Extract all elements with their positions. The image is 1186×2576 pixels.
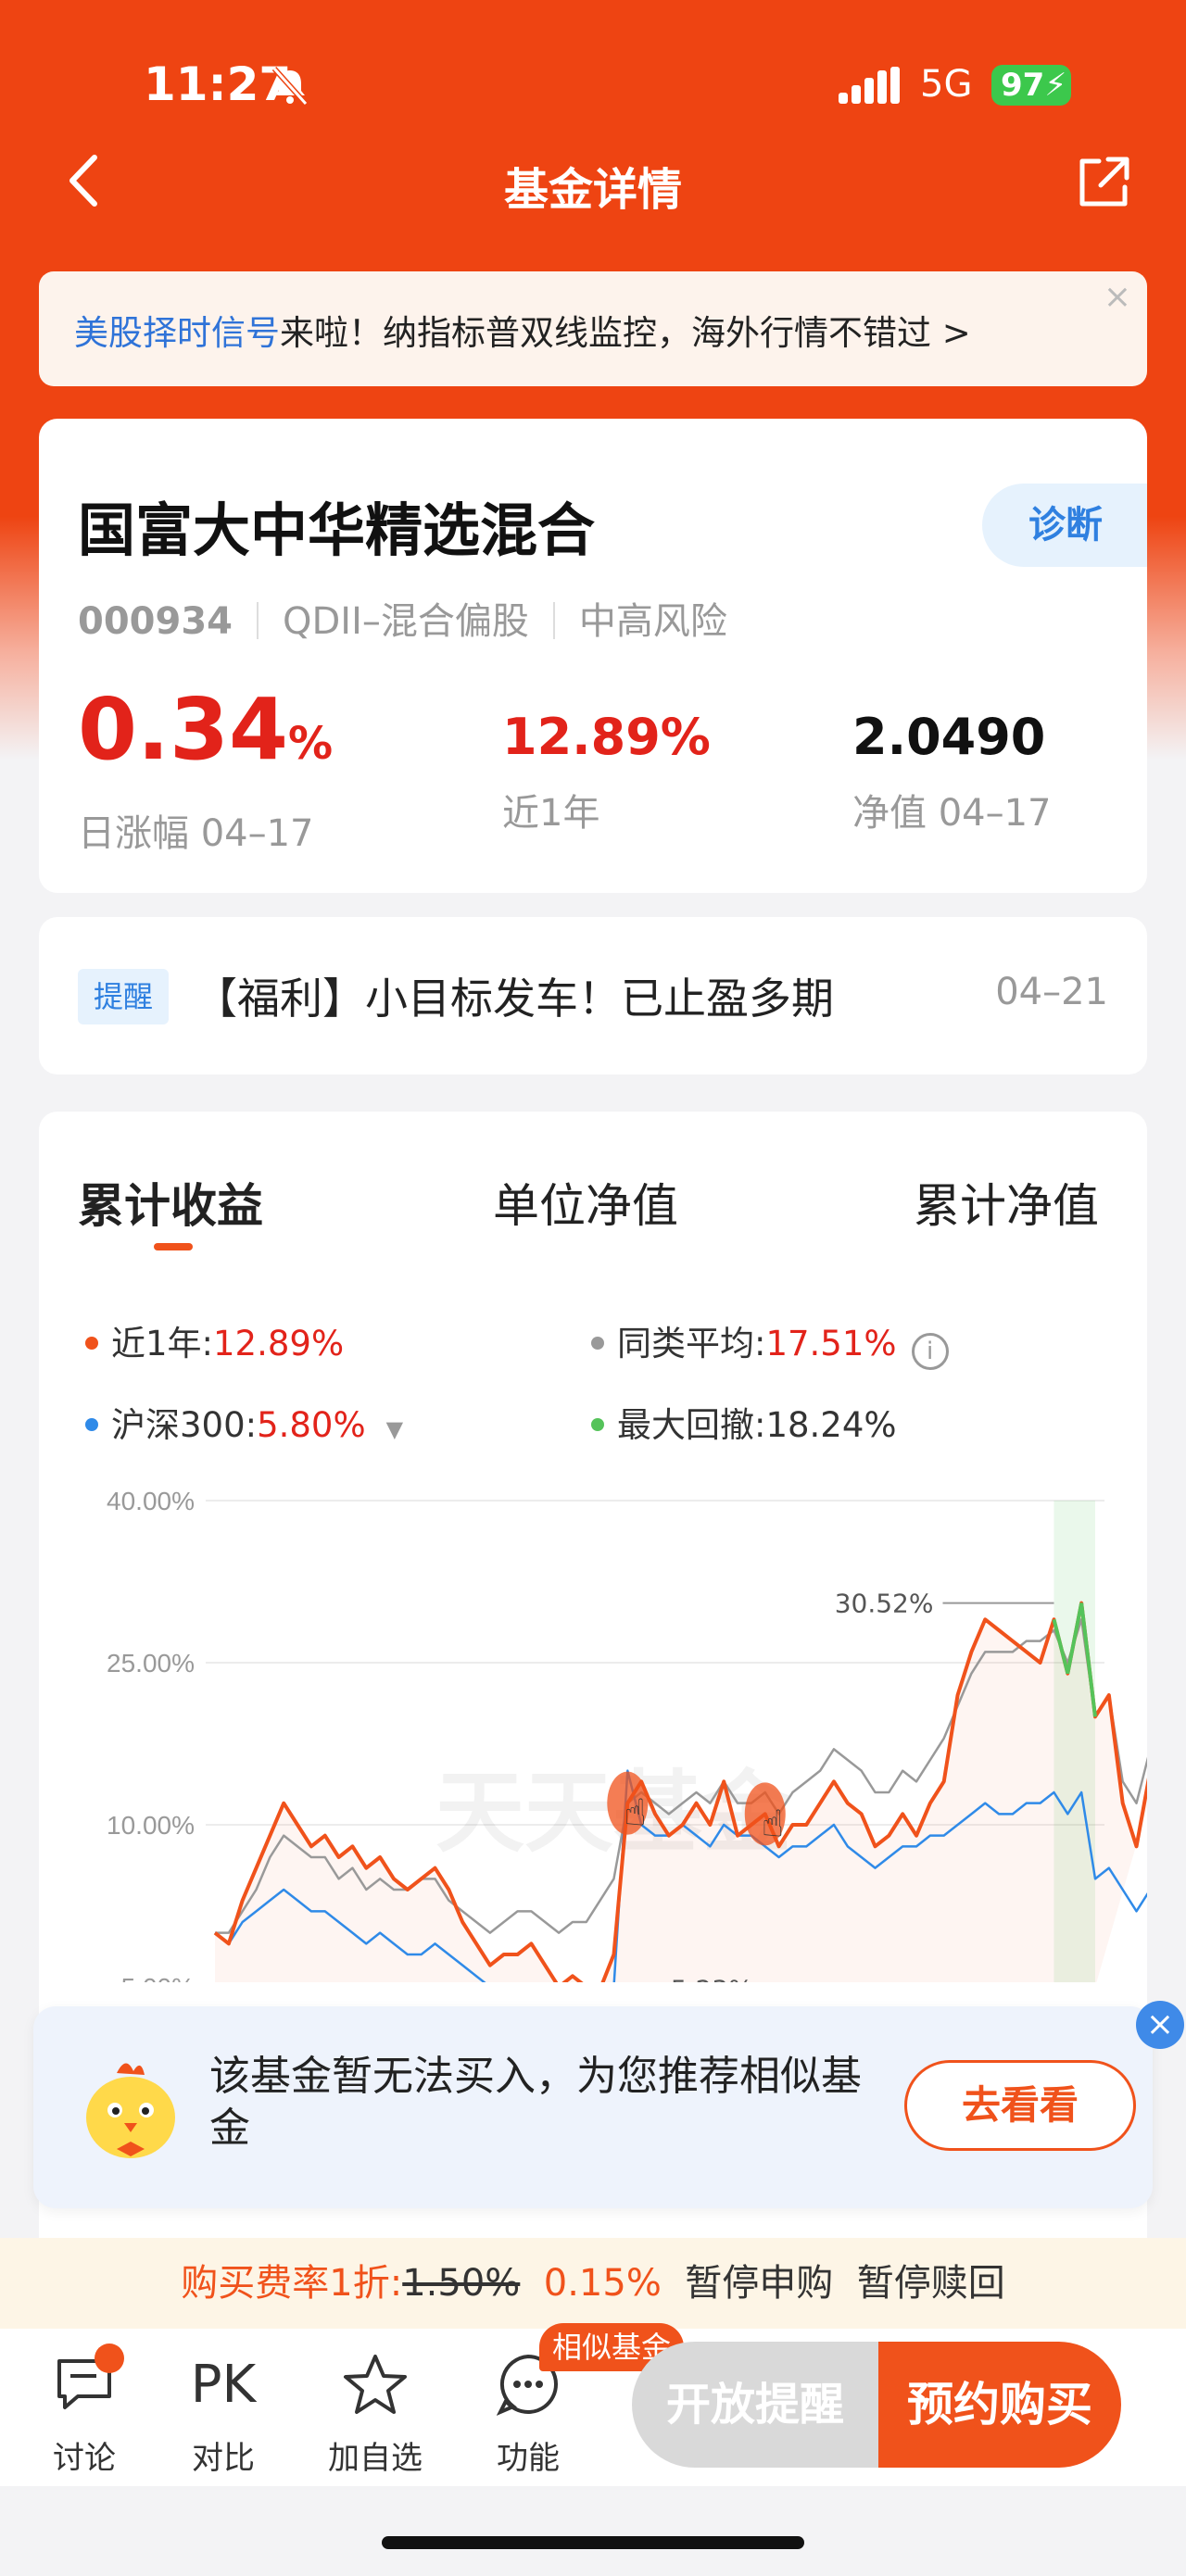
- fund-type: QDII–混合偏股: [283, 600, 529, 643]
- fund-risk: 中高风险: [578, 600, 727, 643]
- fee-info-bar: 购买费率1折:1.50% 0.15% 暂停申购 暂停赎回: [0, 2238, 1186, 2329]
- redeem-status: 暂停赎回: [856, 2262, 1005, 2305]
- banner-highlight: 美股择时信号: [74, 313, 280, 353]
- daily-change-value: 0.34: [78, 680, 288, 779]
- market-signal-banner[interactable]: 美股择时信号来啦！纳指标普双线监控，海外行情不错过 > ×: [39, 271, 1147, 386]
- notice-card[interactable]: 提醒 【福利】小目标发车！已止盈多期 04–21: [39, 917, 1147, 1074]
- discuss-button[interactable]: 讨论: [33, 2344, 135, 2478]
- bell-muted-icon: [271, 66, 309, 106]
- chick-mascot-icon: [86, 2063, 175, 2158]
- nav-stat: 2.0490 净值 04–17: [852, 708, 1052, 836]
- fee-label: 购买费率1折:: [181, 2262, 403, 2305]
- nav-label: 净值 04–17: [852, 792, 1052, 835]
- legend-peer-dot: [591, 1337, 604, 1350]
- year-return-value: 12.89%: [502, 708, 711, 766]
- battery-indicator: 97⚡: [991, 65, 1071, 106]
- notice-tag: 提醒: [78, 969, 169, 1024]
- hand-pointer-icon: ☝: [624, 1792, 646, 1835]
- pk-icon: PK: [190, 2354, 257, 2415]
- legend-fund: 近1年:12.89%: [85, 1315, 344, 1365]
- hand-pointer-icon: ☝: [762, 1803, 784, 1845]
- recommend-similar-popup: 该基金暂无法买入，为您推荐相似基金 去看看 ×: [33, 2001, 1184, 2208]
- notice-text: 【福利】小目标发车！已止盈多期: [195, 974, 834, 1024]
- banner-close-icon[interactable]: ×: [1097, 277, 1138, 318]
- tab-cumulative-return[interactable]: 累计收益: [78, 1169, 263, 1236]
- active-tab-indicator: [154, 1243, 193, 1250]
- unread-dot: [95, 2344, 124, 2373]
- fund-summary-card: 国富大中华精选混合 诊断 000934 QDII–混合偏股 中高风险 0.34% 日…: [39, 419, 1147, 893]
- legend-drawdown-dot: [591, 1418, 604, 1431]
- tab-cumulative-nav[interactable]: 累计净值: [914, 1169, 1099, 1236]
- diagnose-button[interactable]: 诊断: [982, 484, 1147, 567]
- fund-code: 000934: [78, 600, 233, 643]
- notice-date: 04–21: [995, 971, 1108, 1013]
- y-tick-label: -5.00%: [112, 1973, 195, 1982]
- legend-index[interactable]: 沪深300:5.80% ▼: [85, 1397, 403, 1447]
- page-title: 基金详情: [503, 164, 682, 216]
- signal-icon: [839, 67, 900, 104]
- y-tick-label: 10.00%: [107, 1811, 195, 1840]
- legend-peer: 同类平均:17.51% i: [591, 1315, 949, 1370]
- popup-close-icon[interactable]: ×: [1136, 2001, 1184, 2049]
- max-annotation: 30.52%: [835, 1589, 934, 1619]
- fee-original: 1.50%: [402, 2262, 521, 2305]
- year-return-label: 近1年: [502, 792, 600, 835]
- home-indicator[interactable]: [382, 2536, 804, 2549]
- y-tick-label: 40.00%: [107, 1487, 195, 1515]
- daily-change-stat: 0.34% 日涨幅 04–17: [78, 680, 334, 856]
- compare-button[interactable]: PK 对比: [172, 2347, 274, 2478]
- legend-fund-dot: [85, 1337, 98, 1350]
- go-see-button[interactable]: 去看看: [904, 2060, 1136, 2151]
- share-icon[interactable]: [1075, 154, 1132, 211]
- open-remind-button[interactable]: 开放提醒: [632, 2342, 878, 2468]
- fund-meta: 000934 QDII–混合偏股 中高风险: [78, 591, 727, 645]
- tab-unit-nav[interactable]: 单位净值: [493, 1169, 678, 1236]
- daily-change-label: 日涨幅 04–17: [78, 812, 314, 855]
- banner-text: 美股择时信号来啦！纳指标普双线监控，海外行情不错过 >: [74, 313, 971, 353]
- legend-drawdown: 最大回撤:18.24%: [591, 1397, 897, 1447]
- year-return-stat: 12.89% 近1年: [502, 708, 711, 836]
- min-annotation: -5.23%: [662, 1975, 753, 1982]
- star-icon: [344, 2355, 407, 2414]
- info-icon[interactable]: i: [911, 1333, 949, 1370]
- action-pill: 开放提醒 预约购买: [632, 2342, 1121, 2468]
- fund-name: 国富大中华精选混合: [78, 496, 596, 564]
- nav-value: 2.0490: [852, 708, 1046, 766]
- caret-down-icon[interactable]: ▼: [386, 1416, 403, 1442]
- y-tick-label: 25.00%: [107, 1649, 195, 1678]
- legend-index-dot: [85, 1418, 98, 1431]
- reserve-purchase-button[interactable]: 预约购买: [878, 2342, 1121, 2468]
- add-favorite-button[interactable]: 加自选: [324, 2347, 426, 2478]
- cumulative-return-chart[interactable]: 40.00%25.00%10.00%-5.00%天天基金30.52%-5.23%…: [39, 1464, 1147, 1982]
- network-type: 5G: [920, 63, 973, 106]
- popup-message: 该基金暂无法买入，为您推荐相似基金: [209, 2053, 862, 2152]
- status-bar: 11:27 5G 97⚡: [0, 0, 1186, 157]
- purchase-status: 暂停申购: [685, 2262, 834, 2305]
- fee-discounted: 0.15%: [543, 2262, 662, 2305]
